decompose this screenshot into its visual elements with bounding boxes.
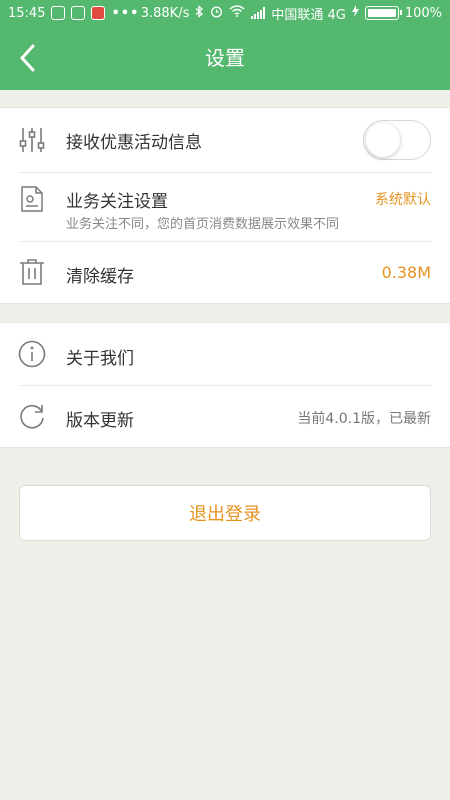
row-about-us[interactable]: 关于我们 <box>0 323 450 386</box>
charging-icon <box>351 5 359 21</box>
battery-fill <box>367 9 396 17</box>
app-header: 设置 <box>0 26 450 90</box>
version-value: 当前4.0.1版，已最新 <box>297 411 431 427</box>
sliders-icon <box>19 128 45 152</box>
notification-app-icon <box>91 6 106 20</box>
business-sublabel: 业务关注不同，您的首页消费数据展示效果不同 <box>66 217 340 232</box>
settings-group-about: 关于我们 版本更新 当前4.0.1版，已最新 <box>0 322 450 448</box>
row-promo-notifications: 接收优惠活动信息 <box>0 108 450 173</box>
notification-app-icon <box>51 6 66 20</box>
status-bar: 15:45 ••• 3.88K/s 中国联通 4G 100% <box>0 0 450 26</box>
refresh-icon <box>20 405 44 429</box>
wifi-icon <box>229 5 245 21</box>
settings-group-general: 接收优惠活动信息 业务关注设置 业务关注不同，您的首页消费数据展示效果不同 系统… <box>0 107 450 304</box>
logout-button[interactable]: 退出登录 <box>19 485 431 541</box>
battery-icon <box>364 6 402 20</box>
status-left: 15:45 ••• <box>8 6 139 21</box>
toggle-knob <box>366 123 400 157</box>
promo-toggle[interactable] <box>363 120 431 160</box>
info-icon <box>18 340 46 368</box>
version-label: 版本更新 <box>66 411 134 431</box>
battery-percent: 100% <box>404 5 442 21</box>
cache-value: 0.38M <box>381 263 431 282</box>
carrier-label: 中国联通 4G <box>271 7 346 23</box>
status-right: 3.88K/s 中国联通 4G 100% <box>141 4 442 23</box>
business-value: 系统默认 <box>375 192 431 208</box>
row-clear-cache[interactable]: 清除缓存 0.38M <box>0 242 450 304</box>
business-label: 业务关注设置 <box>66 192 168 212</box>
notification-app-icon <box>71 6 86 20</box>
trash-icon <box>20 259 44 285</box>
signal-icon <box>251 7 266 19</box>
page-title: 设置 <box>205 46 245 70</box>
network-speed: 3.88K/s <box>140 5 190 21</box>
status-time: 15:45 <box>8 5 46 21</box>
document-settings-icon <box>21 186 43 212</box>
alarm-icon <box>210 5 223 22</box>
row-business-focus[interactable]: 业务关注设置 业务关注不同，您的首页消费数据展示效果不同 系统默认 <box>0 173 450 242</box>
cache-label: 清除缓存 <box>66 267 134 287</box>
promo-label: 接收优惠活动信息 <box>66 133 202 153</box>
about-label: 关于我们 <box>66 349 134 369</box>
row-version-update[interactable]: 版本更新 当前4.0.1版，已最新 <box>0 386 450 448</box>
bluetooth-icon <box>195 4 204 22</box>
more-notifications-icon: ••• <box>111 5 140 21</box>
